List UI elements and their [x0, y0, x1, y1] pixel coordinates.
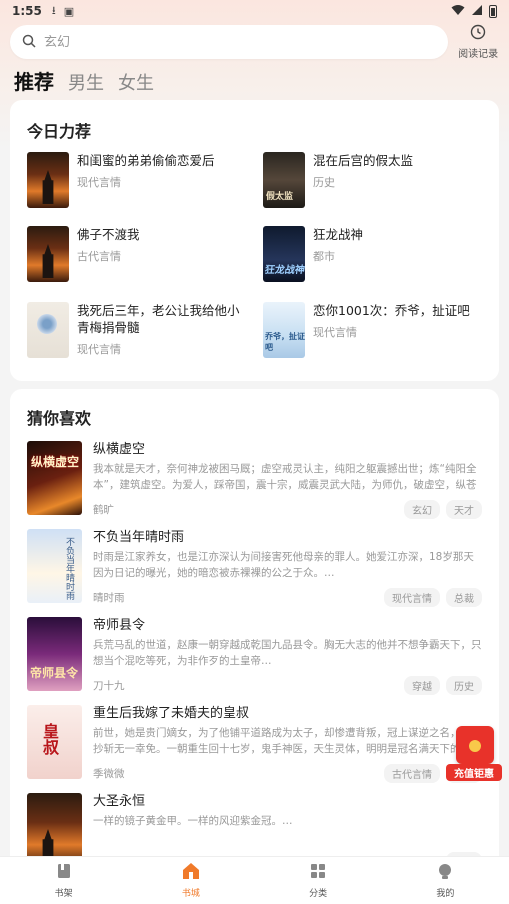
rec-item[interactable]: 和闺蜜的弟弟偷偷恋爱后 现代言情 — [27, 152, 247, 208]
book-cover — [27, 302, 69, 358]
reading-history-button[interactable]: 阅读记录 — [456, 24, 500, 60]
search-icon — [22, 33, 36, 52]
genre-tag: 古代言情 — [384, 764, 440, 783]
nav-bookstore[interactable]: 书城 — [127, 857, 254, 904]
book-cover — [27, 226, 69, 282]
list-item[interactable]: 不负当年晴时雨 不负当年晴时雨 时雨是江家养女，也是江亦深认为间接害死他母亲的罪… — [27, 529, 482, 607]
status-time: 1:55 — [12, 4, 42, 18]
nav-category[interactable]: 分类 — [255, 857, 382, 904]
download-icon: ⭳ — [51, 3, 56, 17]
genre-tag: 历史 — [446, 676, 482, 695]
signal-icon — [471, 4, 483, 19]
list-item[interactable]: 纵横虚空 纵横虚空 我本就是天才，奈何神龙被困马厩；虚空戒灵认主，纯阳之躯震撼出… — [27, 441, 482, 519]
red-packet-promo[interactable]: 充值钜惠 — [446, 726, 502, 782]
book-description: 时雨是江家养女，也是江亦深认为间接害死他母亲的罪人。她爱江亦深，18岁那天因为日… — [93, 551, 474, 579]
bottom-nav: 书架 书城 分类 我的 — [0, 856, 509, 904]
book-description: 一样的镜子黄金甲。一样的风迎紫金冠。… — [93, 815, 293, 827]
guess-you-like-title: 猜你喜欢 — [27, 409, 92, 428]
search-row: 阅读记录 — [10, 24, 500, 60]
notification-icon: ▣ — [63, 4, 75, 18]
book-cover: 不负当年晴时雨 — [27, 529, 82, 603]
search-box[interactable] — [10, 25, 449, 59]
guess-you-like-card: 猜你喜欢 纵横虚空 纵横虚空 我本就是天才，奈何神龙被困马厩；虚空戒灵认主，纯阳… — [10, 389, 499, 871]
rec-item[interactable]: 狂龙战神 狂龙战神 都市 — [263, 226, 483, 282]
reading-history-label: 阅读记录 — [458, 49, 499, 60]
nav-category-label: 分类 — [309, 889, 328, 899]
rec-item[interactable]: 佛子不渡我 古代言情 — [27, 226, 247, 282]
bookstore-icon — [181, 862, 201, 884]
rec-item[interactable]: 乔爷，扯证吧 恋你1001次：乔爷，扯证吧 现代言情 — [263, 302, 483, 358]
rec-item-category: 现代言情 — [77, 343, 121, 356]
nav-profile-label: 我的 — [436, 889, 455, 899]
rec-item-category: 古代言情 — [77, 250, 121, 263]
battery-icon — [489, 4, 497, 18]
book-description: 兵荒马乱的世道，赵康一朝穿越成乾国九品县令。胸无大志的他并不想争霸天下，只想当个… — [93, 639, 482, 667]
tab-male[interactable]: 男生 — [68, 69, 104, 95]
profile-icon — [436, 862, 454, 884]
book-cover: 纵横虚空 — [27, 441, 82, 515]
rec-item-category: 现代言情 — [77, 176, 121, 189]
rec-item-title: 狂龙战神 — [313, 227, 364, 242]
book-cover: 狂龙战神 — [263, 226, 305, 282]
status-bar: 1:55 ⭳ ▣ — [0, 0, 509, 22]
genre-tag: 总裁 — [446, 588, 482, 607]
book-author: 晴时雨 — [93, 592, 125, 604]
book-cover — [27, 152, 69, 208]
bookshelf-icon — [55, 862, 73, 884]
rec-item-category: 现代言情 — [313, 326, 357, 339]
genre-tag: 穿越 — [404, 676, 440, 695]
list-item[interactable]: 皇叔 重生后我嫁了未婚夫的皇叔 前世，她是贵门嫡女，为了他铺平道路成为太子，却惨… — [27, 705, 482, 783]
book-author: 刀十九 — [93, 680, 125, 692]
red-packet-label: 充值钜惠 — [446, 764, 502, 781]
today-recommend-title: 今日力荐 — [27, 122, 92, 141]
list-item[interactable]: 帝师县令 帝师县令 兵荒马乱的世道，赵康一朝穿越成乾国九品县令。胸无大志的他并不… — [27, 617, 482, 695]
clock-icon — [470, 24, 486, 44]
genre-tag: 天才 — [446, 500, 482, 519]
rec-item-title: 我死后三年，老公让我给他小青梅捐骨髓 — [77, 303, 240, 335]
book-title: 不负当年晴时雨 — [93, 530, 185, 545]
today-recommend-card: 今日力荐 和闺蜜的弟弟偷偷恋爱后 现代言情 假太监 混在后宫的假太监 历史 佛子… — [10, 100, 499, 381]
nav-bookshelf-label: 书架 — [54, 889, 73, 899]
nav-bookstore-label: 书城 — [181, 889, 200, 899]
book-title: 帝师县令 — [93, 618, 146, 633]
book-title: 大圣永恒 — [93, 794, 146, 809]
rec-item-title: 佛子不渡我 — [77, 227, 140, 242]
book-title: 纵横虚空 — [93, 442, 146, 457]
rec-item-category: 都市 — [313, 250, 335, 263]
book-cover: 假太监 — [263, 152, 305, 208]
search-input[interactable] — [44, 34, 404, 50]
tab-female[interactable]: 女生 — [118, 69, 154, 95]
red-envelope-icon — [456, 726, 494, 764]
tab-recommend[interactable]: 推荐 — [14, 66, 54, 95]
grid-icon — [309, 862, 327, 884]
book-author: 季微微 — [93, 768, 125, 780]
book-title: 重生后我嫁了未婚夫的皇叔 — [93, 706, 250, 721]
genre-tag: 玄幻 — [404, 500, 440, 519]
book-cover: 帝师县令 — [27, 617, 82, 691]
wifi-icon — [451, 4, 465, 19]
book-description: 前世，她是贵门嫡女，为了他铺平道路成为太子，却惨遭背叛，冠上谋逆之名，满门抄斩无… — [93, 727, 482, 755]
nav-bookshelf[interactable]: 书架 — [0, 857, 127, 904]
book-cover: 皇叔 — [27, 705, 82, 779]
rec-item-title: 和闺蜜的弟弟偷偷恋爱后 — [77, 153, 215, 168]
genre-tag: 现代言情 — [384, 588, 440, 607]
nav-profile[interactable]: 我的 — [382, 857, 509, 904]
book-description: 我本就是天才，奈何神龙被困马厩；虚空戒灵认主，纯阳之躯震撼出世；炼“纯阳全本”，… — [93, 463, 477, 491]
rec-item-title: 混在后宫的假太监 — [313, 153, 414, 168]
book-author: 鹤旷 — [93, 504, 114, 516]
book-cover: 乔爷，扯证吧 — [263, 302, 305, 358]
rec-item[interactable]: 假太监 混在后宫的假太监 历史 — [263, 152, 483, 208]
rec-item-category: 历史 — [313, 176, 335, 189]
rec-item-title: 恋你1001次：乔爷，扯证吧 — [313, 303, 470, 318]
rec-item[interactable]: 我死后三年，老公让我给他小青梅捐骨髓 现代言情 — [27, 302, 247, 358]
category-tabs: 推荐 男生 女生 — [14, 66, 154, 95]
